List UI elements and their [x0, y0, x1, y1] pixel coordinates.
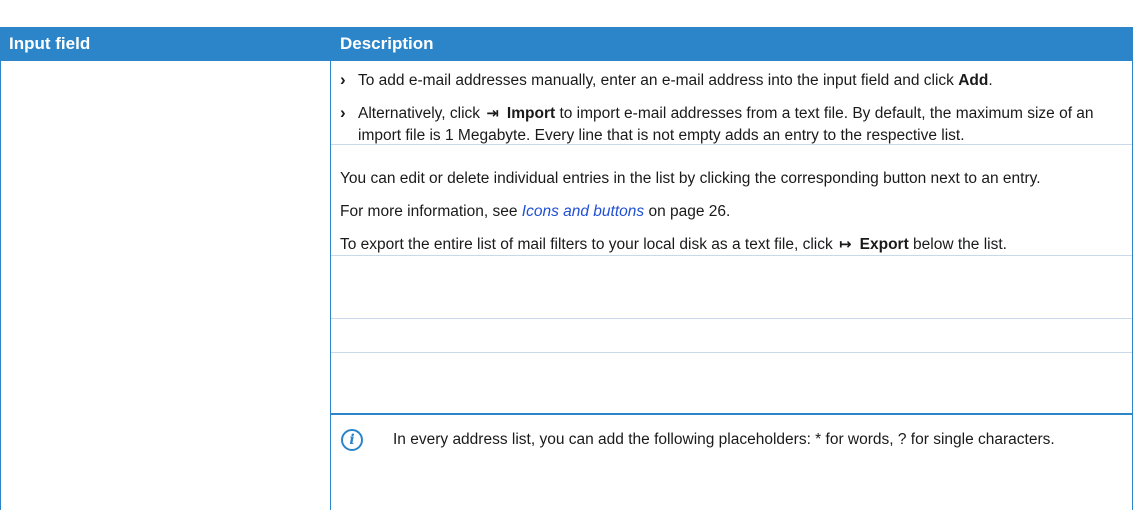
chevron-right-icon: ›	[340, 70, 346, 89]
bullet-import: › Alternatively, click ⇥ Import to import…	[340, 103, 1125, 147]
bullet-add: › To add e-mail addresses manually, ente…	[340, 70, 1125, 92]
export-button-label: Export	[859, 236, 909, 253]
header-description: Description	[340, 34, 434, 53]
export-icon: ↦	[839, 236, 852, 253]
column-border-left	[0, 61, 1, 510]
column-divider	[330, 61, 331, 510]
bullet-import-text: Alternatively, click ⇥ Import to import e…	[358, 105, 1094, 144]
import-icon: ⇥	[486, 105, 499, 122]
para-export: To export the entire list of mail filter…	[340, 234, 1125, 256]
row-separator	[331, 144, 1132, 145]
para-more-info: For more information, see Icons and butt…	[340, 203, 731, 220]
description-cell: › To add e-mail addresses manually, ente…	[340, 61, 1125, 256]
table-header: Input field Description	[0, 27, 1133, 61]
icons-and-buttons-link[interactable]: Icons and buttons	[522, 203, 644, 220]
row-separator	[331, 255, 1132, 256]
row-separator	[331, 318, 1132, 319]
row-separator	[331, 352, 1132, 353]
bullet-add-text: To add e-mail addresses manually, enter …	[358, 72, 993, 89]
note-separator	[331, 413, 1132, 415]
description-table: Input field Description › To add e-mail …	[0, 0, 1133, 510]
chevron-right-icon: ›	[340, 103, 346, 122]
add-button-label: Add	[958, 72, 989, 89]
note-text: In every address list, you can add the f…	[393, 431, 1055, 448]
import-button-label: Import	[506, 105, 556, 122]
info-icon: i	[341, 429, 363, 451]
header-input-field: Input field	[9, 34, 91, 53]
para-edit: You can edit or delete individual entrie…	[340, 170, 1041, 187]
